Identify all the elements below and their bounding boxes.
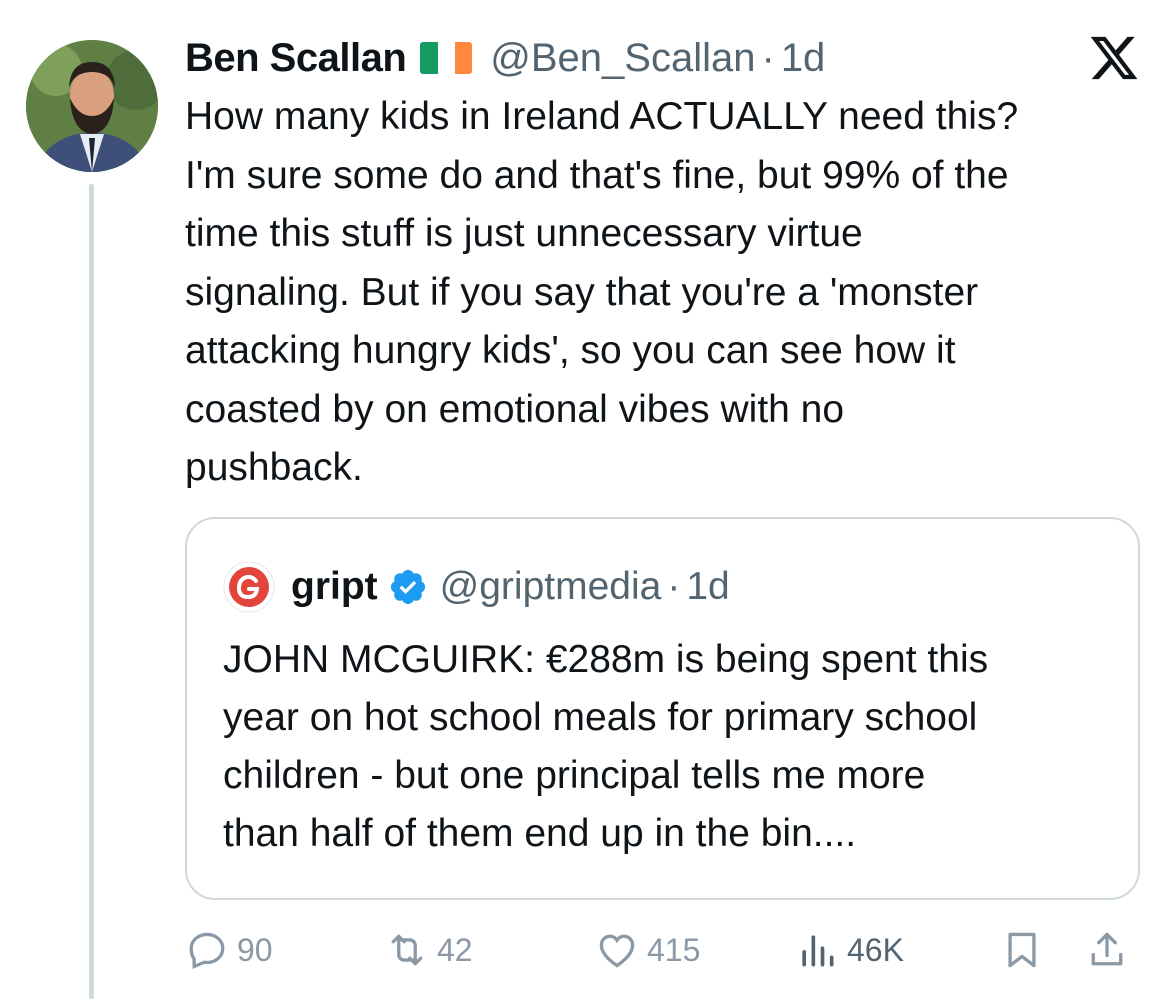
share-icon <box>1091 932 1123 966</box>
gript-logo-icon <box>223 561 275 613</box>
separator-dot: · <box>761 36 775 80</box>
repost-count: 42 <box>437 931 473 968</box>
quoted-author-handle[interactable]: @griptmedia <box>440 565 662 609</box>
heart-icon <box>599 934 635 968</box>
action-bar: 90 42 415 46K <box>185 920 1145 980</box>
analytics-icon <box>802 935 834 967</box>
bookmark-button[interactable] <box>1000 926 1052 974</box>
like-count: 415 <box>647 931 701 968</box>
ireland-flag-icon <box>420 42 473 74</box>
verified-badge-icon <box>390 569 425 605</box>
repost-button[interactable]: 42 <box>385 926 473 974</box>
quoted-separator-dot: · <box>667 565 681 608</box>
reply-icon <box>189 932 225 969</box>
author-name[interactable]: Ben Scallan <box>185 30 407 86</box>
reply-count: 90 <box>237 931 273 968</box>
quoted-timestamp[interactable]: 1d <box>686 565 729 609</box>
bookmark-icon <box>1008 932 1036 968</box>
tweet-text: How many kids in Ireland ACTUALLY need t… <box>185 95 1019 489</box>
x-logo-icon <box>1090 36 1138 80</box>
reply-button[interactable]: 90 <box>185 926 273 974</box>
timestamp[interactable]: 1d <box>781 30 826 86</box>
quoted-tweet[interactable]: gript @griptmedia · 1d JOHN MCGUIRK: €28… <box>185 517 1140 900</box>
share-button[interactable] <box>1085 926 1137 974</box>
quoted-author-name[interactable]: gript <box>291 565 378 609</box>
views-button[interactable]: 46K <box>795 926 904 974</box>
tweet-header: Ben Scallan @Ben_Scallan · 1d <box>185 30 1140 86</box>
quoted-tweet-text: JOHN MCGUIRK: €288m is being spent this … <box>223 638 989 855</box>
like-button[interactable]: 415 <box>595 926 700 974</box>
repost-icon <box>391 934 423 966</box>
quoted-tweet-header: gript @griptmedia · 1d <box>223 559 730 615</box>
author-handle[interactable]: @Ben_Scallan <box>490 30 755 86</box>
avatar[interactable] <box>26 40 158 172</box>
thread-line <box>89 184 94 999</box>
views-count: 46K <box>847 931 904 968</box>
